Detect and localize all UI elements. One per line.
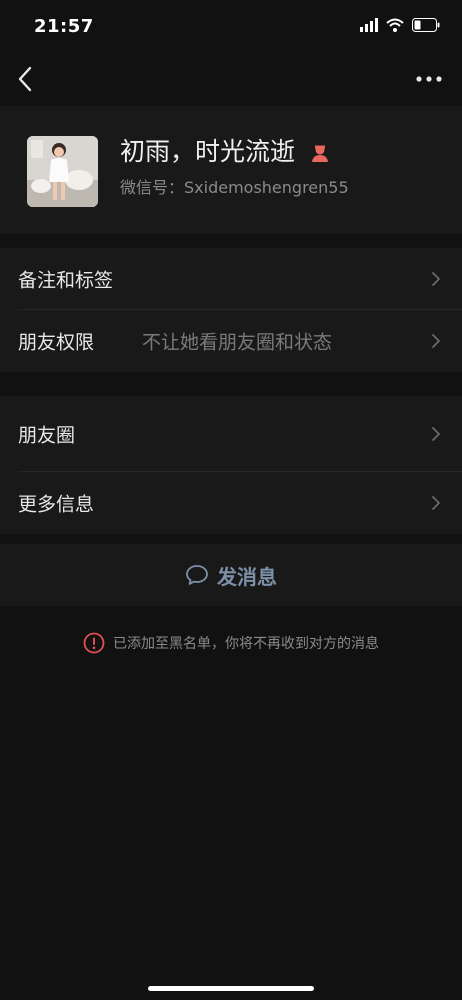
row-label-moments: 朋友圈 [18,424,76,447]
row-value-friend-permission: 不让她看朋友圈和状态 [142,331,333,354]
row-label-friend-permission: 朋友权限 [18,331,95,354]
row-label-remark-tags: 备注和标签 [18,269,114,292]
info-section: 朋友圈 更多信息 [0,396,462,534]
row-friend-permission[interactable]: 朋友权限 不让她看朋友圈和状态 [0,310,462,372]
signal-icon [360,18,378,32]
warning-circle-icon [83,632,105,654]
send-message-button[interactable]: 发消息 [0,544,462,606]
battery-icon [412,18,440,32]
settings-section: 备注和标签 朋友权限 不让她看朋友圈和状态 [0,248,462,372]
nickname-text: 初雨，时光流逝 [120,137,296,166]
more-dots-icon [416,76,442,82]
chevron-right-icon [432,427,440,441]
chevron-right-icon [432,272,440,286]
nav-bar [0,52,462,106]
send-message-label: 发消息 [217,564,277,589]
status-icons [360,18,440,32]
avatar-image [27,136,98,207]
row-moments[interactable]: 朋友圈 [0,396,462,472]
chevron-left-icon [18,66,32,92]
blacklist-notice: 已添加至黑名单，你将不再收到对方的消息 [0,632,462,654]
wechat-id: 微信号：Sxidemoshengren55 [120,178,349,197]
home-indicator[interactable] [148,986,314,991]
wifi-icon [386,18,404,32]
status-time: 21:57 [34,16,94,37]
notice-text: 已添加至黑名单，你将不再收到对方的消息 [113,636,379,652]
more-button[interactable] [412,66,446,92]
row-label-more-info: 更多信息 [18,493,95,516]
chat-bubble-icon [186,565,208,585]
row-remark-tags[interactable]: 备注和标签 [0,248,462,310]
avatar[interactable] [27,136,98,207]
chevron-right-icon [432,334,440,348]
status-bar: 21:57 [0,0,462,52]
chevron-right-icon [432,496,440,510]
row-more-info[interactable]: 更多信息 [0,472,462,534]
nickname: 初雨，时光流逝 [120,132,331,168]
back-button[interactable] [12,62,42,96]
profile-header: 初雨，时光流逝 微信号：Sxidemoshengren55 [0,106,462,234]
female-user-icon [311,145,328,162]
